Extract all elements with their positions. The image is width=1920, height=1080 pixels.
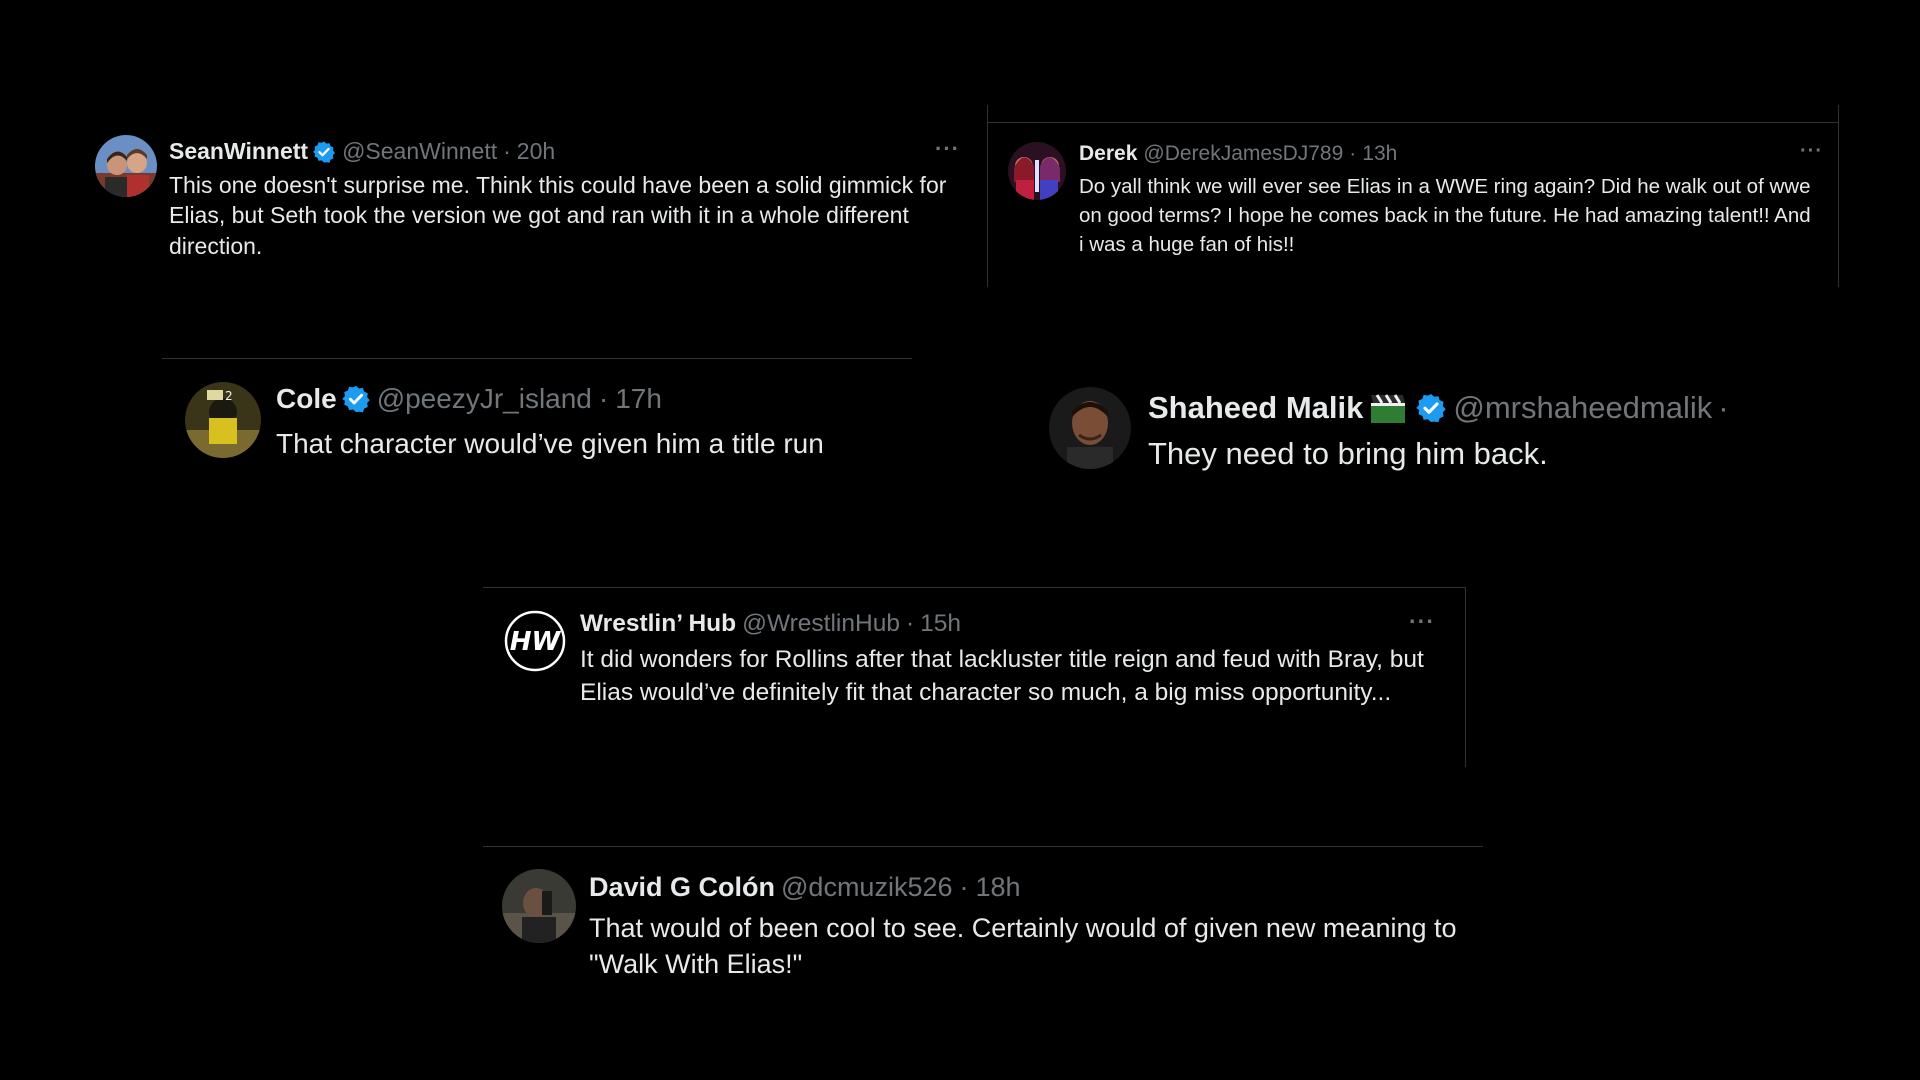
tweet-header: Cole @peezyJr_island · 17h xyxy=(276,383,662,415)
tweet-header: David G Colón @dcmuzik526 · 18h xyxy=(589,872,1021,903)
separator-dot: · xyxy=(1349,142,1357,165)
avatar[interactable] xyxy=(95,135,157,197)
tweet-text: It did wonders for Rollins after that la… xyxy=(580,646,1424,706)
display-name[interactable]: Shaheed Malik xyxy=(1148,390,1363,426)
avatar[interactable]: 2 xyxy=(185,382,261,458)
separator-dot: · xyxy=(905,610,915,637)
handle[interactable]: @SeanWinnett xyxy=(342,138,497,165)
display-name[interactable]: David G Colón xyxy=(589,872,775,903)
tweet-text: That would of been cool to see. Certainl… xyxy=(589,913,1457,980)
separator-dot: · xyxy=(959,872,969,902)
separator-dot: · xyxy=(503,138,511,164)
hw-logo-avatar: HW xyxy=(502,608,568,674)
tweet-derek[interactable]: Derek @DerekJamesDJ789 · 13h ··· Do yall… xyxy=(990,124,1836,286)
tweet-border-right xyxy=(1838,105,1839,287)
avatar-photo xyxy=(1008,142,1066,200)
verified-badge-icon xyxy=(1415,392,1447,424)
display-name[interactable]: Cole xyxy=(276,383,337,415)
tweet-wrestlin-hub[interactable]: HW Wrestlin’ Hub @WrestlinHub · 15h ··· … xyxy=(485,589,1463,767)
timestamp[interactable]: 15h xyxy=(920,610,961,638)
avatar[interactable] xyxy=(1049,387,1131,469)
more-options-icon[interactable]: ··· xyxy=(935,136,960,162)
tweet-cole[interactable]: 2 Cole @peezyJr_island · 17h That charac… xyxy=(165,360,910,485)
tweet-text: They need to bring him back. xyxy=(1148,436,1548,471)
tweet-divider xyxy=(483,587,1466,588)
separator-dot: · xyxy=(1718,390,1729,425)
display-name[interactable]: Derek xyxy=(1079,142,1137,166)
tweet-header: Derek @DerekJamesDJ789 · 13h xyxy=(1079,142,1397,166)
timestamp[interactable]: 18h xyxy=(976,872,1021,903)
separator-dot: · xyxy=(598,383,609,414)
tweet-text: That character would’ve given him a titl… xyxy=(276,428,824,459)
avatar[interactable]: HW xyxy=(502,608,568,674)
avatar[interactable] xyxy=(1008,142,1066,200)
tweet-header: Wrestlin’ Hub @WrestlinHub · 15h xyxy=(580,610,961,638)
avatar[interactable] xyxy=(502,869,576,943)
avatar-photo xyxy=(502,869,576,943)
handle[interactable]: @peezyJr_island xyxy=(377,383,592,415)
tweet-text: This one doesn't surprise me. Think this… xyxy=(169,172,947,259)
display-name[interactable]: Wrestlin’ Hub xyxy=(580,610,736,638)
tweet-shaheed-malik[interactable]: Shaheed Malik @mrshaheedmalik · They nee… xyxy=(1030,370,1760,490)
svg-text:2: 2 xyxy=(225,389,233,403)
tweet-divider xyxy=(162,358,912,359)
handle[interactable]: @mrshaheedmalik xyxy=(1453,390,1712,426)
tweet-border-right xyxy=(1465,587,1466,767)
avatar-photo xyxy=(1049,387,1131,469)
avatar-photo: 2 xyxy=(185,382,261,458)
handle[interactable]: @DerekJamesDJ789 xyxy=(1143,142,1343,166)
svg-text:HW: HW xyxy=(510,627,562,657)
tweet-border-left xyxy=(987,105,988,287)
display-name[interactable]: SeanWinnett xyxy=(169,138,308,165)
tweet-seanwinnett[interactable]: SeanWinnett @SeanWinnett · 20h ··· This … xyxy=(80,112,980,282)
handle[interactable]: @dcmuzik526 xyxy=(781,872,952,903)
tweet-text: Do yall think we will ever see Elias in … xyxy=(1079,175,1811,257)
avatar-photo xyxy=(95,135,157,197)
tweet-divider xyxy=(483,846,1483,847)
handle[interactable]: @WrestlinHub xyxy=(742,610,900,638)
verified-badge-icon xyxy=(341,384,371,414)
tweet-header: SeanWinnett @SeanWinnett · 20h xyxy=(169,138,555,165)
tweet-divider xyxy=(988,122,1838,123)
tweet-header: Shaheed Malik @mrshaheedmalik · xyxy=(1148,390,1735,426)
more-options-icon[interactable]: ··· xyxy=(1409,608,1435,635)
timestamp[interactable]: 13h xyxy=(1362,142,1397,166)
timestamp[interactable]: 20h xyxy=(517,138,555,165)
clapper-board-icon xyxy=(1369,391,1407,425)
more-options-icon[interactable]: ··· xyxy=(1800,140,1823,163)
tweet-david-g-colon[interactable]: David G Colón @dcmuzik526 · 18h That wou… xyxy=(485,848,1483,1008)
timestamp[interactable]: 17h xyxy=(615,383,662,415)
verified-badge-icon xyxy=(312,140,336,164)
